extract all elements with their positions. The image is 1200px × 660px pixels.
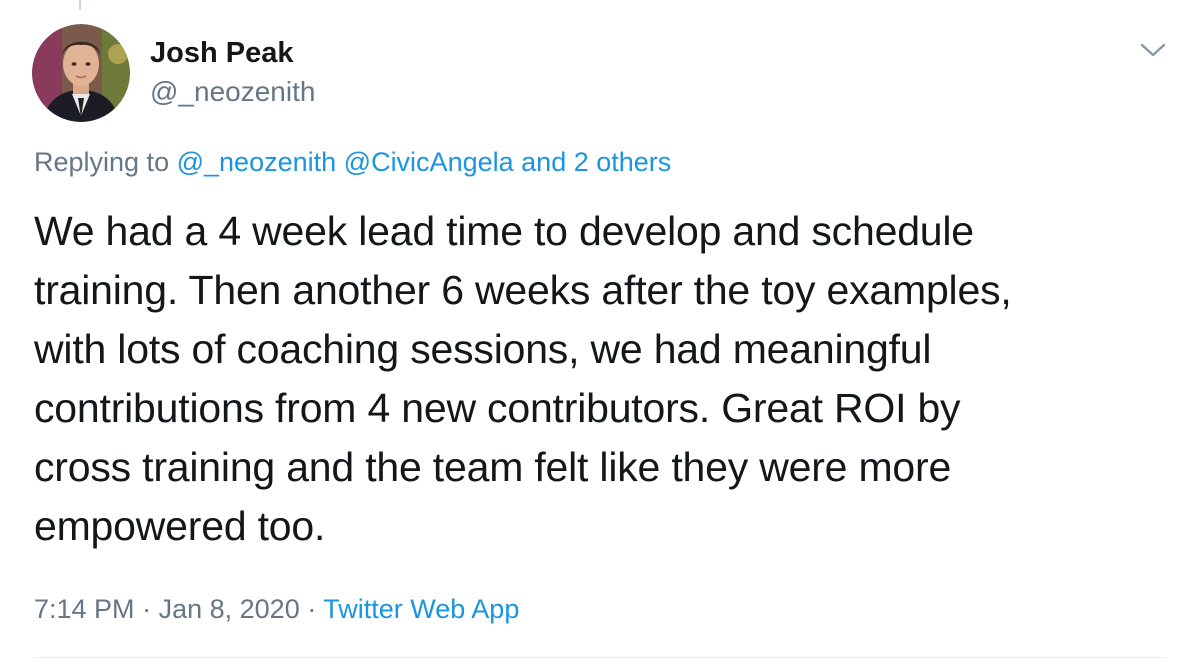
tweet-text-line: training. Then another 6 weeks after the… xyxy=(34,267,1012,313)
tweet-card: Josh Peak @_neozenith Replying to @_neoz… xyxy=(0,0,1200,660)
tweet-source-link[interactable]: Twitter Web App xyxy=(323,594,519,624)
mention-link[interactable]: @_neozenith xyxy=(177,147,337,177)
replying-to-label: Replying to xyxy=(34,147,170,177)
avatar[interactable] xyxy=(32,24,130,122)
tweet-text-line: cross training and the team felt like th… xyxy=(34,444,952,490)
thread-connector-line xyxy=(79,0,81,10)
tweet-text-line: contributions from 4 new contributors. G… xyxy=(34,385,961,431)
tweet-time[interactable]: 7:14 PM xyxy=(34,594,135,624)
meta-separator: · xyxy=(307,594,317,624)
divider xyxy=(34,657,1166,658)
chevron-down-icon xyxy=(1140,43,1166,57)
tweet-text: We had a 4 week lead time to develop and… xyxy=(34,202,1174,556)
author-display-name[interactable]: Josh Peak xyxy=(150,36,315,70)
tweet-menu-button[interactable] xyxy=(1136,36,1170,64)
tweet-text-line: We had a 4 week lead time to develop and… xyxy=(34,208,974,254)
replying-to-line: Replying to @_neozenith @CivicAngela and… xyxy=(34,145,671,179)
tweet-meta: 7:14 PM · Jan 8, 2020 · Twitter Web App xyxy=(34,592,519,626)
avatar-photo xyxy=(32,24,130,122)
others-link[interactable]: and 2 others xyxy=(521,147,671,177)
mention-link[interactable]: @CivicAngela xyxy=(344,147,514,177)
meta-separator: · xyxy=(142,594,152,624)
author-handle[interactable]: @_neozenith xyxy=(150,75,315,109)
tweet-date[interactable]: Jan 8, 2020 xyxy=(159,594,300,624)
author-block: Josh Peak @_neozenith xyxy=(150,36,315,109)
tweet-text-line: with lots of coaching sessions, we had m… xyxy=(34,326,932,372)
tweet-text-line: empowered too. xyxy=(34,503,326,549)
